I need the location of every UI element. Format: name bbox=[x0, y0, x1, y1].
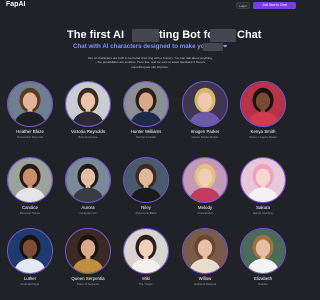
character-avatar[interactable] bbox=[65, 81, 111, 127]
character-card[interactable]: Riley Motorcycle Babe bbox=[120, 157, 172, 223]
character-grid: Heather Blaze Domination Dirty Girl Vict… bbox=[0, 0, 300, 300]
character-name: Imogen Parker bbox=[190, 129, 220, 134]
character-name: Willow bbox=[198, 276, 212, 281]
portrait-image bbox=[8, 158, 52, 202]
character-role: Domination Dirty Girl bbox=[17, 135, 43, 139]
portrait-image bbox=[124, 158, 168, 202]
character-name: Miki bbox=[142, 276, 150, 281]
character-card[interactable]: Luther Football Player bbox=[4, 228, 56, 294]
character-card[interactable]: Kenya Smith Ebony Lingerie Model bbox=[237, 81, 289, 147]
character-avatar[interactable] bbox=[240, 81, 286, 127]
character-role: Ebony Lingerie Model bbox=[249, 135, 277, 139]
character-card[interactable]: Imogen Parker Gamer Extraordinaire bbox=[179, 81, 231, 147]
character-name: Elizabeth bbox=[253, 276, 273, 281]
character-avatar[interactable] bbox=[65, 228, 111, 274]
character-card[interactable]: Victoria Reynolds Boss Executive bbox=[62, 81, 114, 147]
character-card[interactable]: Queen Serpentia Ruler of Serpents bbox=[62, 228, 114, 294]
character-role: Football Player bbox=[20, 282, 40, 286]
character-role: Girlfriend Material bbox=[193, 282, 217, 286]
portrait-image bbox=[66, 158, 110, 202]
portrait-image bbox=[241, 82, 285, 126]
portrait-image bbox=[124, 229, 168, 273]
character-card[interactable]: Candice Personal Trainer bbox=[4, 157, 56, 223]
character-name: Kenya Smith bbox=[250, 129, 276, 134]
character-name: Luther bbox=[23, 276, 37, 281]
portrait-image bbox=[8, 229, 52, 273]
character-avatar[interactable] bbox=[182, 228, 228, 274]
character-role: Boss Executive bbox=[78, 135, 98, 139]
character-role: The "Virgin" bbox=[138, 282, 154, 286]
portrait-image bbox=[183, 229, 227, 273]
portrait-image bbox=[8, 82, 52, 126]
character-name: Victoria Reynolds bbox=[70, 129, 106, 134]
character-role: Personal Trainer bbox=[19, 211, 41, 215]
character-card[interactable]: Melody Cheerleader bbox=[179, 157, 231, 223]
portrait-image bbox=[183, 82, 227, 126]
character-avatar[interactable] bbox=[123, 228, 169, 274]
character-name: Sakura bbox=[256, 205, 270, 210]
character-avatar[interactable] bbox=[240, 157, 286, 203]
portrait-image bbox=[66, 229, 110, 273]
portrait-image bbox=[66, 82, 110, 126]
character-role: Gamer Extraordinaire bbox=[191, 135, 219, 139]
character-avatar[interactable] bbox=[7, 157, 53, 203]
character-avatar[interactable] bbox=[7, 81, 53, 127]
character-card[interactable]: Hunter Williams Startup Founder bbox=[120, 81, 172, 147]
portrait-image bbox=[124, 82, 168, 126]
character-avatar[interactable] bbox=[182, 81, 228, 127]
portrait-image bbox=[241, 229, 285, 273]
character-name: Riley bbox=[141, 205, 151, 210]
character-avatar[interactable] bbox=[240, 228, 286, 274]
character-role: Teacher bbox=[258, 282, 268, 286]
portrait-image bbox=[183, 158, 227, 202]
character-role: Cheerleader bbox=[197, 211, 213, 215]
character-name: Queen Serpentia bbox=[71, 276, 105, 281]
character-role: Startup Founder bbox=[135, 135, 157, 139]
character-avatar[interactable] bbox=[123, 81, 169, 127]
character-role: Hentai Goddess bbox=[252, 211, 274, 215]
character-card[interactable]: Aurora Instagram Girl bbox=[62, 157, 114, 223]
character-avatar[interactable] bbox=[7, 228, 53, 274]
character-card[interactable]: Sakura Hentai Goddess bbox=[237, 157, 289, 223]
character-name: Hunter Williams bbox=[130, 129, 162, 134]
character-name: Candice bbox=[21, 205, 39, 210]
character-name: Melody bbox=[197, 205, 213, 210]
character-role: Instagram Girl bbox=[79, 211, 97, 215]
character-avatar[interactable] bbox=[123, 157, 169, 203]
character-card[interactable]: Heather Blaze Domination Dirty Girl bbox=[4, 81, 56, 147]
character-card[interactable]: Willow Girlfriend Material bbox=[179, 228, 231, 294]
character-role: Ruler of Serpents bbox=[77, 282, 99, 286]
character-avatar[interactable] bbox=[65, 157, 111, 203]
portrait-image bbox=[241, 158, 285, 202]
character-card[interactable]: Miki The "Virgin" bbox=[120, 228, 172, 294]
character-card[interactable]: Elizabeth Teacher bbox=[237, 228, 289, 294]
character-role: Motorcycle Babe bbox=[135, 211, 157, 215]
character-name: Heather Blaze bbox=[16, 129, 44, 134]
character-avatar[interactable] bbox=[182, 157, 228, 203]
character-name: Aurora bbox=[81, 205, 95, 210]
